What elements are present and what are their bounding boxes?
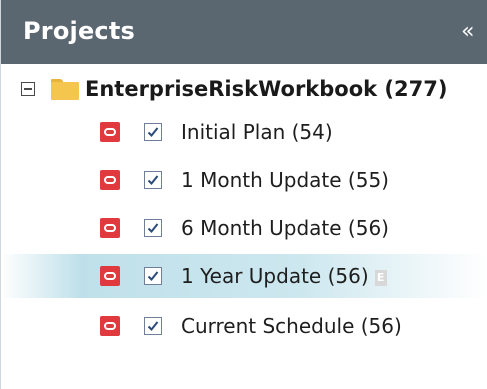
risk-icon: [100, 266, 120, 286]
collapse-panel-icon[interactable]: «: [461, 18, 487, 46]
tree-item-selected[interactable]: 1 Year Update (56) E: [1, 254, 487, 298]
risk-icon: [100, 170, 120, 190]
risk-icon: [100, 218, 120, 238]
item-label: 6 Month Update (56): [181, 216, 389, 240]
folder-icon: [51, 78, 79, 100]
item-label: 1 Year Update (56) E: [181, 264, 387, 288]
tree-root-node[interactable]: EnterpriseRiskWorkbook (277): [21, 72, 447, 106]
risk-icon: [100, 316, 120, 336]
panel-header: Projects «: [1, 0, 487, 64]
item-label: Current Schedule (56): [181, 314, 402, 338]
item-checkbox[interactable]: [144, 171, 162, 189]
root-label: EnterpriseRiskWorkbook (277): [85, 77, 448, 101]
panel-title: Projects: [23, 17, 136, 45]
edit-badge-icon: E: [374, 270, 387, 286]
item-checkbox[interactable]: [144, 219, 162, 237]
tree-item[interactable]: Current Schedule (56): [1, 304, 487, 348]
tree-item[interactable]: 6 Month Update (56): [1, 206, 487, 250]
item-checkbox[interactable]: [144, 123, 162, 141]
projects-panel: Projects « EnterpriseRiskWorkbook (277) …: [0, 0, 487, 389]
item-checkbox[interactable]: [144, 317, 162, 335]
item-label-text: 1 Year Update (56): [181, 264, 369, 288]
item-checkbox[interactable]: [144, 267, 162, 285]
item-label: 1 Month Update (55): [181, 168, 389, 192]
collapse-toggle-icon[interactable]: [21, 82, 35, 96]
tree-item[interactable]: Initial Plan (54): [1, 110, 487, 154]
risk-icon: [100, 122, 120, 142]
item-label: Initial Plan (54): [181, 120, 333, 144]
tree-item[interactable]: 1 Month Update (55): [1, 158, 487, 202]
